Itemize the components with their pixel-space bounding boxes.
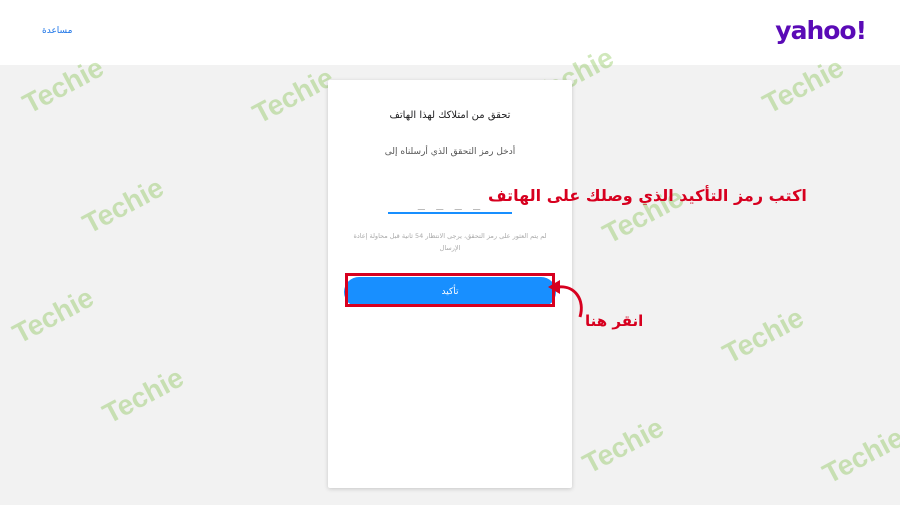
help-link[interactable]: مساعدة: [42, 26, 72, 36]
top-bar: مساعدة yahoo!: [0, 0, 900, 65]
watermark: Techie: [97, 361, 189, 430]
watermark: Techie: [577, 411, 669, 480]
annotation-enter-code: اكتب رمز التأكيد الذي وصلك على الهاتف: [488, 186, 807, 205]
watermark: Techie: [247, 61, 339, 130]
watermark: Techie: [817, 421, 900, 490]
watermark: Techie: [77, 171, 169, 240]
watermark: Techie: [7, 281, 99, 350]
highlight-box: [345, 273, 555, 307]
annotation-click-here: انقر هنا: [585, 312, 644, 330]
card-subtitle: أدخل رمز التحقق الذي أرسلناه إلى: [384, 147, 516, 157]
watermark: Techie: [717, 301, 809, 370]
card-title: تحقق من امتلاكك لهذا الهاتف: [389, 110, 511, 121]
resend-hint: لم يتم العثور على رمز التحقق، يرجى الانت…: [353, 232, 547, 252]
yahoo-logo[interactable]: yahoo!: [775, 16, 867, 45]
